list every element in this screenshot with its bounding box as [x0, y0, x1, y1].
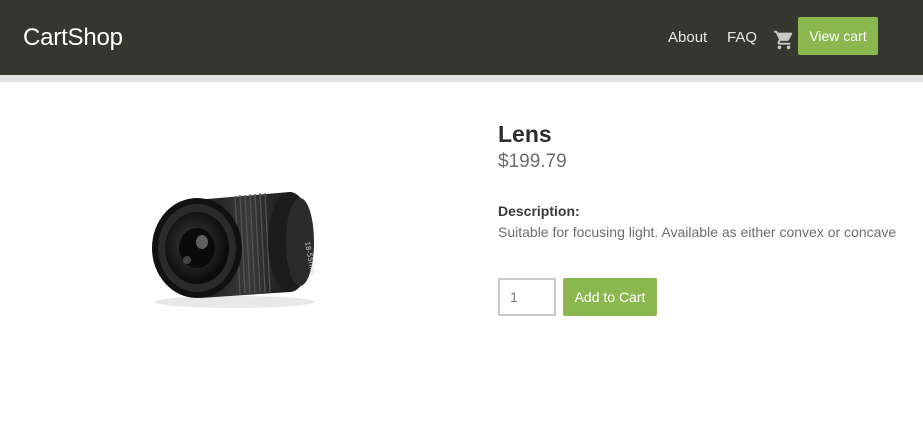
quantity-input[interactable] [498, 278, 556, 316]
description-label: Description: [498, 203, 580, 219]
product-description: Suitable for focusing light. Available a… [498, 224, 897, 240]
view-cart-button[interactable]: View cart [798, 17, 878, 55]
add-to-cart-button[interactable]: Add to Cart [563, 278, 657, 316]
brand-logo-link[interactable]: CartShop [23, 24, 123, 52]
nav-link-faq[interactable]: FAQ [727, 29, 757, 46]
camera-lens-image: 18-55mm [140, 180, 330, 315]
product-price: $199.79 [498, 151, 567, 172]
shopping-cart-icon[interactable] [773, 29, 795, 51]
product-title: Lens [498, 121, 552, 147]
navbar-divider [0, 75, 923, 82]
top-navbar: CartShop About FAQ View cart [0, 0, 923, 75]
nav-link-about[interactable]: About [668, 29, 707, 46]
